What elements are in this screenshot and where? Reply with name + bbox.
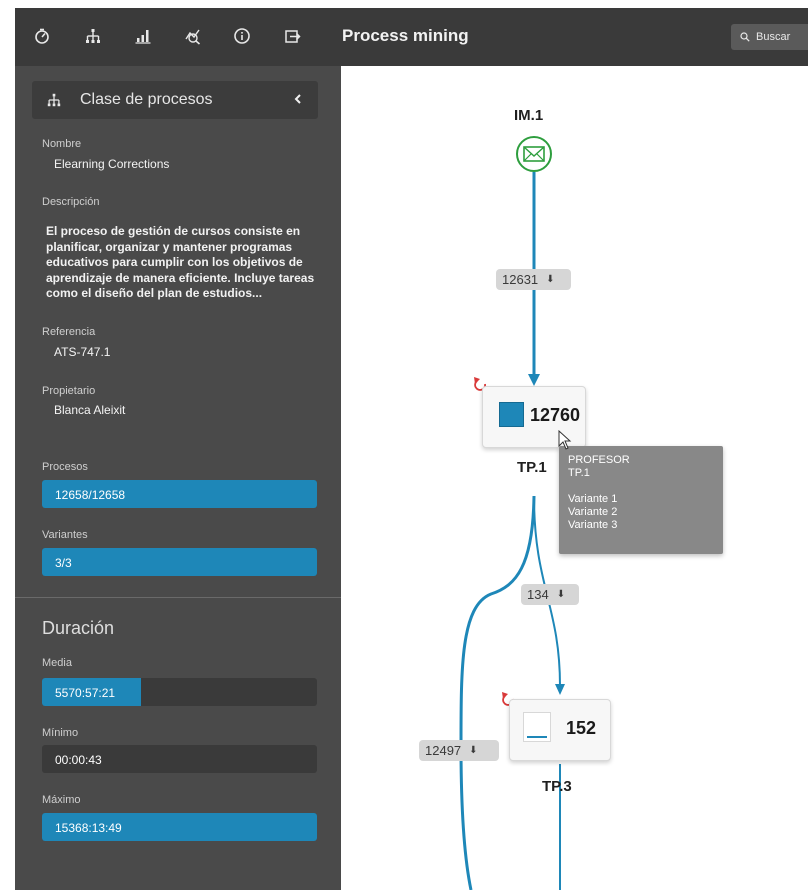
owner-label: Propietario <box>42 385 96 397</box>
edge-value: 12497 <box>425 743 462 758</box>
activity-color-swatch <box>499 402 524 427</box>
variants-bar-fill <box>42 548 317 576</box>
processes-bar: 12658/12658 <box>42 480 317 508</box>
bar-chart-icon[interactable] <box>132 25 154 47</box>
start-node-circle[interactable] <box>516 136 552 172</box>
process-class-header[interactable]: Clase de procesos <box>32 81 318 119</box>
activity-color-swatch <box>523 712 551 742</box>
variants-label: Variantes <box>42 529 88 541</box>
search-button[interactable]: Buscar <box>731 24 808 50</box>
edge-value: 12631 <box>502 272 539 287</box>
owner-value: Blanca Aleixit <box>54 403 126 417</box>
arrow-down-icon: ⬇ <box>556 589 566 600</box>
max-value: 15368:13:49 <box>55 821 122 835</box>
edge-value-pill[interactable]: 12631 ⬇ <box>496 269 571 290</box>
edge-value-pill[interactable]: 12497 ⬇ <box>419 740 499 761</box>
arrow-down-icon: ⬇ <box>469 745 478 756</box>
analytics-icon[interactable] <box>182 25 204 47</box>
tooltip-role: PROFESOR <box>568 454 630 466</box>
activity-count: 12760 <box>530 405 581 425</box>
name-label: Nombre <box>42 138 82 150</box>
search-button-label: Buscar <box>756 31 791 43</box>
processes-value: 12658/12658 <box>55 488 126 502</box>
edge-value: 134 <box>527 587 549 602</box>
description-value: El proceso de gestión de cursos consiste… <box>46 224 315 300</box>
max-label: Máximo <box>42 794 81 806</box>
timer-icon[interactable] <box>31 25 53 47</box>
arrow-down-icon: ⬇ <box>546 274 555 285</box>
info-icon[interactable] <box>231 25 253 47</box>
tooltip-variant: Variante 1 <box>568 493 618 505</box>
reference-value: ATS-747.1 <box>54 345 111 359</box>
start-node-label: IM.1 <box>514 107 544 124</box>
hierarchy-icon[interactable] <box>82 25 104 47</box>
activity-label-tp3: TP.3 <box>542 778 572 795</box>
mean-value: 5570:57:21 <box>55 686 116 700</box>
edge-value-pill[interactable]: 134 ⬇ <box>521 584 579 605</box>
variants-value: 3/3 <box>55 556 72 570</box>
tooltip-variant: Variante 3 <box>568 519 618 531</box>
reference-label: Referencia <box>42 326 96 338</box>
chevron-left-icon[interactable] <box>292 92 304 106</box>
mouse-cursor-icon <box>558 430 572 450</box>
edge-tp1-tp3-arrow <box>555 684 565 695</box>
mean-label: Media <box>42 657 72 669</box>
name-value: Elearning Corrections <box>54 157 170 171</box>
min-value: 00:00:43 <box>55 753 102 767</box>
top-bar: Process mining Buscar <box>15 8 808 66</box>
processes-label: Procesos <box>42 461 88 473</box>
process-class-title: Clase de procesos <box>80 91 213 108</box>
hierarchy-icon <box>47 93 61 107</box>
edge-im1-tp1-arrow <box>528 374 540 386</box>
app-title: Process mining <box>342 26 469 45</box>
activity-label-tp1: TP.1 <box>517 459 547 476</box>
sidebar-divider <box>15 597 341 598</box>
activity-tooltip: PROFESOR TP.1 Variante 1 Variante 2 Vari… <box>559 446 723 554</box>
tooltip-variant: Variante 2 <box>568 506 618 518</box>
description-label: Descripción <box>42 196 100 208</box>
duration-title: Duración <box>42 618 115 638</box>
min-label: Mínimo <box>42 727 79 739</box>
min-bar: 00:00:43 <box>42 745 317 773</box>
max-bar: 15368:13:49 <box>42 813 317 841</box>
mean-bar: 5570:57:21 <box>42 678 317 706</box>
tooltip-activity: TP.1 <box>568 467 590 479</box>
activity-count: 152 <box>566 718 597 738</box>
activity-node-tp3[interactable]: 152 <box>509 699 611 761</box>
edge-tp1-loop[interactable] <box>459 495 536 890</box>
export-icon[interactable] <box>282 25 304 47</box>
variants-bar: 3/3 <box>42 548 317 576</box>
search-icon <box>740 32 750 42</box>
